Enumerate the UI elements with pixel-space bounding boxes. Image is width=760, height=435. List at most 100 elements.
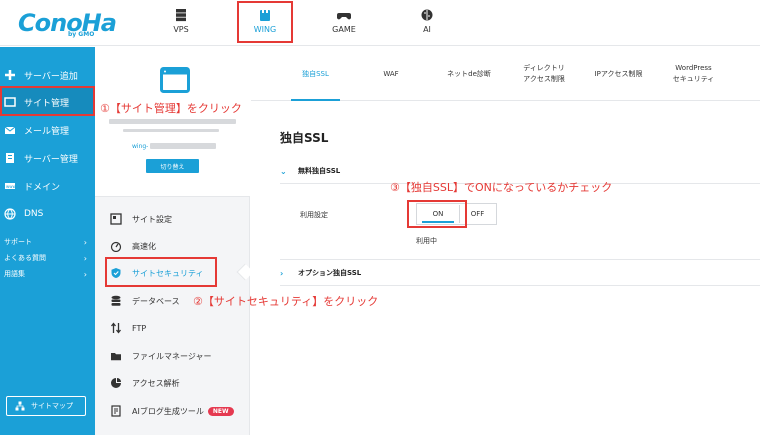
sidebar-item-label: サーバー追加: [24, 71, 78, 82]
nav-tab-vps[interactable]: VPS: [153, 0, 209, 44]
menu-ftp[interactable]: FTP: [95, 315, 250, 341]
tab-ip-access[interactable]: IPアクセス制限: [581, 47, 656, 101]
new-badge: NEW: [207, 406, 234, 416]
plus-icon: [4, 69, 16, 81]
menu-access-analytics[interactable]: アクセス解析: [95, 370, 250, 396]
tab-label: WordPress セキュリティ: [672, 64, 715, 83]
sidebar-item-glossary[interactable]: 用語集 ›: [0, 266, 95, 282]
svg-text:www: www: [6, 184, 16, 189]
menu-label: サイト設定: [132, 214, 172, 224]
brain-icon: [421, 9, 433, 21]
section-heading: オプション独自SSL: [298, 269, 362, 277]
menu-label: データベース: [132, 296, 180, 306]
menu-label: AIブログ生成ツール: [132, 406, 204, 416]
blurred-site-url: [123, 129, 219, 132]
transfer-icon: [109, 321, 123, 335]
free-ssl-section-toggle[interactable]: ⌄ 無料独自SSL: [280, 166, 340, 176]
menu-ai-blog-tool[interactable]: AIブログ生成ツール NEW: [95, 398, 250, 424]
nav-tab-label: GAME: [332, 25, 356, 34]
chevron-down-icon: ⌄: [280, 166, 287, 176]
pie-chart-icon: [109, 376, 123, 390]
menu-site-settings[interactable]: サイト設定: [95, 206, 250, 232]
nav-tab-ai[interactable]: AI: [399, 0, 455, 44]
switch-site-button[interactable]: 切り替え: [146, 159, 199, 173]
sidebar-item-label: サポート: [4, 238, 32, 246]
tab-label: IPアクセス制限: [594, 69, 643, 78]
sidebar-item-faq[interactable]: よくある質問 ›: [0, 250, 95, 266]
menu-label: 高速化: [132, 241, 156, 251]
sidebar-item-domain[interactable]: www ドメイン: [0, 172, 95, 200]
site-security-highlight-box: [105, 257, 217, 287]
sitemap-label: サイトマップ: [31, 402, 73, 410]
sidebar-item-label: よくある質問: [4, 254, 46, 262]
chevron-right-icon: ›: [83, 253, 87, 263]
nav-tab-game[interactable]: GAME: [316, 0, 372, 44]
menu-file-manager[interactable]: ファイルマネージャー: [95, 343, 250, 369]
menu-label: ファイルマネージャー: [132, 351, 212, 361]
site-card: wing- 切り替え: [95, 47, 250, 197]
sidebar-item-label: ドメイン: [24, 182, 61, 193]
chevron-right-icon: ›: [83, 269, 87, 279]
blurred-domain: [150, 143, 216, 149]
tab-net-diagnosis[interactable]: ネットde診断: [429, 47, 509, 101]
sidebar-item-support[interactable]: サポート ›: [0, 234, 95, 250]
sidebar-item-dns[interactable]: DNS: [0, 200, 95, 228]
divider: [280, 259, 760, 260]
sidebar-item-label: 用語集: [4, 270, 25, 278]
main-content: 独自SSL WAF ネットde診断 ディレクトリ アクセス制限 IPアクセス制限…: [251, 47, 760, 435]
tab-label: ネットde診断: [447, 69, 491, 78]
annotation-step2: ②【サイトセキュリティ】をクリック: [193, 295, 379, 308]
database-icon: [109, 294, 123, 308]
speed-icon: [109, 239, 123, 253]
top-header: ConoHa by GMO VPS WING GAME AI: [0, 0, 760, 46]
tab-label: ディレクトリ アクセス制限: [523, 64, 565, 83]
optional-ssl-section-toggle[interactable]: › オプション独自SSL: [280, 268, 361, 278]
logo-text: ConoHa: [18, 9, 117, 37]
sitemap-icon: [15, 401, 25, 411]
conoha-logo[interactable]: ConoHa by GMO: [18, 9, 117, 39]
sitemap-button[interactable]: サイトマップ: [6, 396, 86, 416]
sidebar-item-label: DNS: [24, 209, 44, 219]
tab-directory-access[interactable]: ディレクトリ アクセス制限: [509, 47, 579, 101]
on-toggle-highlight-box: [407, 200, 467, 228]
security-tabs: 独自SSL WAF ネットde診断 ディレクトリ アクセス制限 IPアクセス制限…: [251, 47, 760, 101]
menu-label: アクセス解析: [132, 378, 180, 388]
document-icon: [109, 404, 123, 418]
usage-status: 利用中: [416, 237, 437, 245]
menu-speed[interactable]: 高速化: [95, 233, 250, 259]
browser-window-icon: [160, 67, 190, 93]
wing-highlight-box: [237, 1, 293, 43]
sidebar-item-label: サーバー管理: [24, 154, 78, 165]
chevron-right-icon: ›: [280, 268, 284, 278]
tab-ssl[interactable]: 独自SSL: [283, 47, 348, 101]
annotation-step3: ③【独自SSL】でONになっているかチェック: [390, 181, 613, 194]
tab-wordpress-security[interactable]: WordPress セキュリティ: [656, 47, 731, 101]
page-title: 独自SSL: [280, 131, 329, 145]
site-settings-icon: [109, 212, 123, 226]
menu-label: FTP: [132, 323, 147, 333]
annotation-step1: ①【サイト管理】をクリック: [100, 102, 242, 115]
tab-label: WAF: [383, 69, 399, 78]
domain-prefix: wing-: [132, 143, 149, 150]
folder-icon: [109, 349, 123, 363]
globe-icon: [4, 208, 16, 220]
mail-icon: [4, 124, 16, 136]
logo-sub: by GMO: [68, 31, 95, 38]
blurred-site-name: [109, 119, 236, 124]
sidebar-item-mail[interactable]: メール管理: [0, 116, 95, 144]
sidebar-item-add-server[interactable]: サーバー追加: [0, 61, 95, 89]
server-icon: [4, 152, 16, 164]
section-heading: 無料独自SSL: [298, 167, 341, 175]
gamepad-icon: [337, 13, 351, 20]
nav-tab-label: VPS: [173, 25, 189, 34]
tab-waf[interactable]: WAF: [366, 47, 416, 101]
nav-tab-label: AI: [423, 25, 431, 34]
domain-icon: www: [4, 180, 16, 192]
divider: [280, 285, 760, 286]
site-admin-highlight-box: [0, 86, 95, 116]
usage-setting-label: 利用設定: [300, 211, 328, 219]
sidebar-item-server-admin[interactable]: サーバー管理: [0, 144, 95, 172]
tab-label: 独自SSL: [302, 69, 329, 78]
chevron-right-icon: ›: [83, 237, 87, 247]
server-icon: [176, 9, 186, 22]
